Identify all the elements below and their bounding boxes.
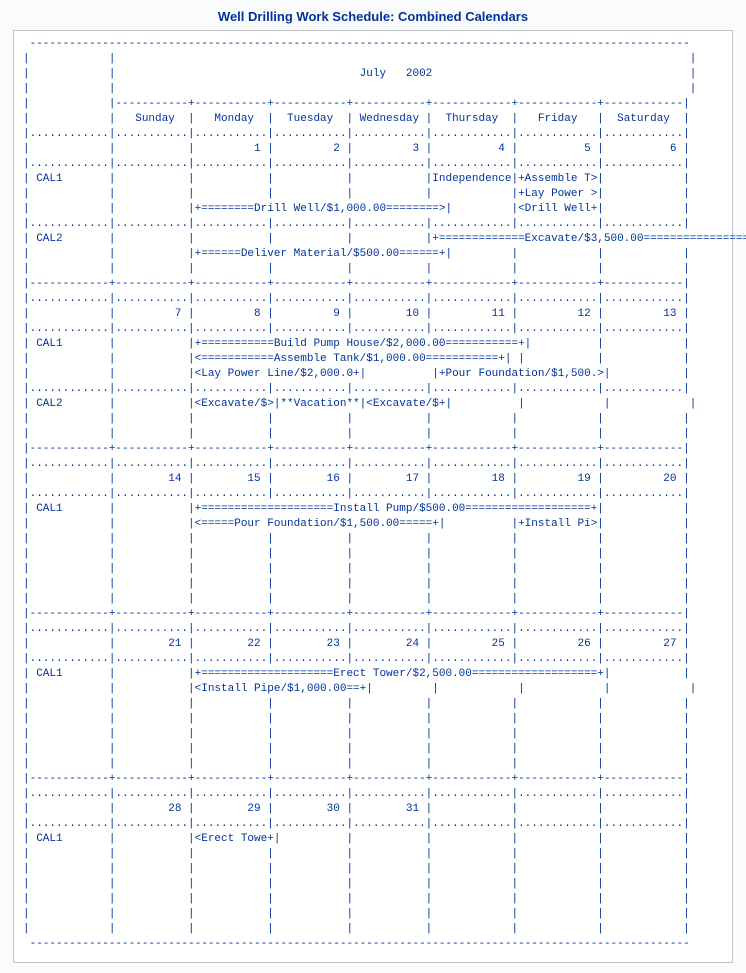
- report-frame: ----------------------------------------…: [13, 30, 733, 963]
- page-title: Well Drilling Work Schedule: Combined Ca…: [0, 0, 746, 30]
- calendar-report: ----------------------------------------…: [23, 37, 723, 952]
